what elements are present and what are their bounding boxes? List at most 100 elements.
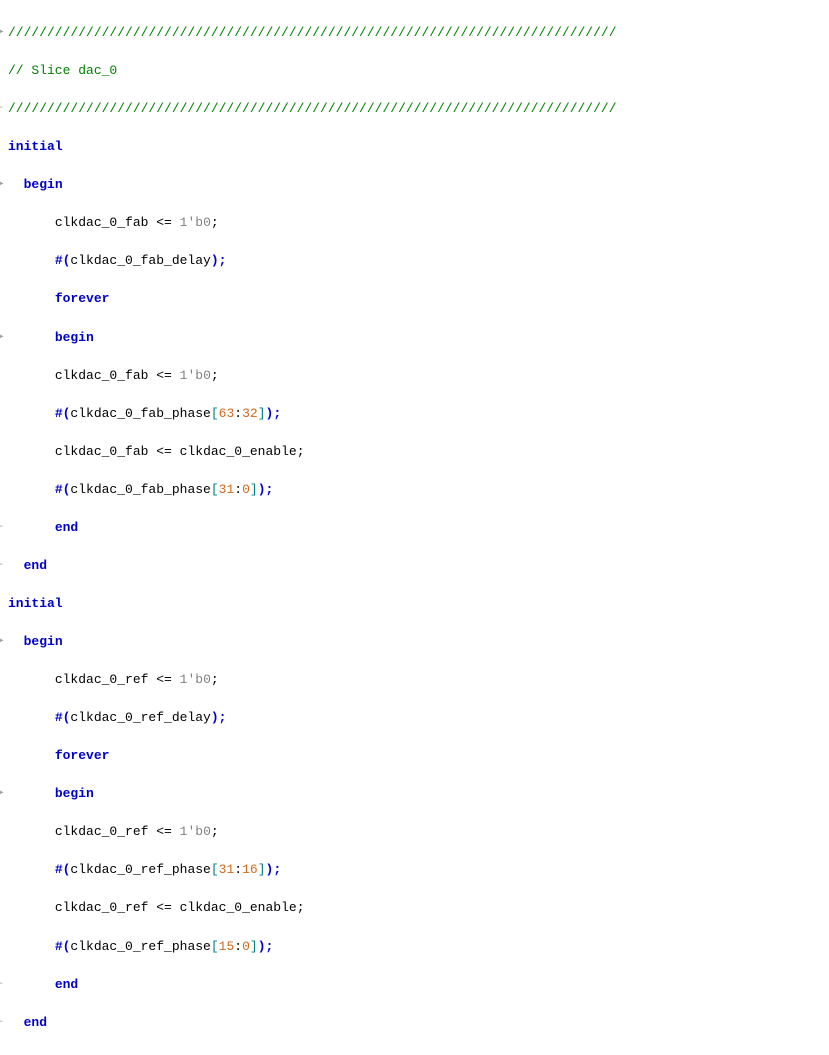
kw-end: end xyxy=(55,977,78,992)
code-line: clkdac_0_fab <= clkdac_0_enable; xyxy=(8,442,829,461)
kw-end: end xyxy=(55,520,78,535)
colon: : xyxy=(234,862,242,877)
bracket-open: [ xyxy=(211,482,219,497)
identifier: clkdac_0_fab xyxy=(55,215,149,230)
close-paren: ); xyxy=(258,939,274,954)
code-line: #(clkdac_0_ref_delay); xyxy=(8,708,829,727)
code-line: forever xyxy=(8,289,829,308)
identifier: clkdac_0_fab xyxy=(55,444,149,459)
number: 31 xyxy=(219,482,235,497)
op-le: <= xyxy=(156,672,172,687)
comment-rule: -///////////////////////////////////////… xyxy=(8,99,829,118)
comment-text: ////////////////////////////////////////… xyxy=(8,25,617,40)
literal: 1'b0 xyxy=(180,215,211,230)
kw-end: end xyxy=(24,558,47,573)
semicolon: ; xyxy=(211,368,219,383)
code-line: #(clkdac_0_fab_delay); xyxy=(8,251,829,270)
code-line: ▸ begin xyxy=(8,784,829,803)
code-line: #(clkdac_0_ref_phase[15:0]); xyxy=(8,937,829,956)
code-editor: ▸ ///////////////////////////////////////… xyxy=(0,0,829,1055)
hash-delay: #( xyxy=(55,482,71,497)
hash-delay: #( xyxy=(55,406,71,421)
close-paren: ); xyxy=(266,862,282,877)
semicolon: ; xyxy=(297,900,305,915)
fold-mid-icon[interactable]: - xyxy=(2,975,12,994)
number: 0 xyxy=(242,482,250,497)
identifier: clkdac_0_fab_phase xyxy=(70,482,210,497)
bracket-open: [ xyxy=(211,862,219,877)
code-line: clkdac_0_ref <= 1'b0; xyxy=(8,670,829,689)
literal: 1'b0 xyxy=(180,368,211,383)
code-line: clkdac_0_ref <= 1'b0; xyxy=(8,822,829,841)
fold-mid-icon[interactable]: - xyxy=(2,1013,12,1032)
fold-mid-icon[interactable]: - xyxy=(2,518,12,537)
hash-delay: #( xyxy=(55,253,71,268)
kw-begin: begin xyxy=(24,634,63,649)
comment-text: // Slice dac_0 xyxy=(8,63,117,78)
code-line: #(clkdac_0_ref_phase[31:16]); xyxy=(8,860,829,879)
fold-closed-icon[interactable]: ▸ xyxy=(2,175,12,194)
code-line: - end xyxy=(8,518,829,537)
bracket-close: ] xyxy=(250,482,258,497)
hash-delay: #( xyxy=(55,939,71,954)
number: 0 xyxy=(242,939,250,954)
code-line: #(clkdac_0_fab_phase[63:32]); xyxy=(8,404,829,423)
bracket-close: ] xyxy=(258,406,266,421)
code-line: ▸ begin xyxy=(8,328,829,347)
close-paren: ); xyxy=(266,406,282,421)
bracket-close: ] xyxy=(250,939,258,954)
fold-closed-icon[interactable]: ▸ xyxy=(2,632,12,651)
identifier: clkdac_0_ref_delay xyxy=(70,710,210,725)
op-le: <= xyxy=(156,900,172,915)
identifier: clkdac_0_fab_delay xyxy=(70,253,210,268)
semicolon: ; xyxy=(297,444,305,459)
identifier: clkdac_0_ref xyxy=(55,900,149,915)
fold-closed-icon[interactable]: ▸ xyxy=(2,328,12,347)
colon: : xyxy=(234,482,242,497)
colon: : xyxy=(234,406,242,421)
code-line: clkdac_0_fab <= 1'b0; xyxy=(8,213,829,232)
kw-end: end xyxy=(24,1015,47,1030)
identifier: clkdac_0_ref_phase xyxy=(70,939,210,954)
fold-closed-icon[interactable]: ▸ xyxy=(2,784,12,803)
op-le: <= xyxy=(156,368,172,383)
comment-rule: ▸///////////////////////////////////////… xyxy=(8,23,829,42)
kw-initial: initial xyxy=(8,139,63,154)
close-paren: ); xyxy=(211,710,227,725)
identifier: clkdac_0_fab xyxy=(55,368,149,383)
op-le: <= xyxy=(156,444,172,459)
code-line: initial xyxy=(8,137,829,156)
identifier: clkdac_0_fab_phase xyxy=(70,406,210,421)
colon: : xyxy=(234,939,242,954)
close-paren: ); xyxy=(258,482,274,497)
code-line: clkdac_0_fab <= 1'b0; xyxy=(8,366,829,385)
kw-forever: forever xyxy=(55,748,110,763)
literal: 1'b0 xyxy=(180,824,211,839)
fold-mid-icon[interactable]: - xyxy=(2,556,12,575)
bracket-open: [ xyxy=(211,406,219,421)
op-le: <= xyxy=(156,824,172,839)
kw-begin: begin xyxy=(24,177,63,192)
kw-begin: begin xyxy=(55,330,94,345)
identifier: clkdac_0_ref_phase xyxy=(70,862,210,877)
identifier: clkdac_0_enable xyxy=(180,444,297,459)
close-paren: ); xyxy=(211,253,227,268)
hash-delay: #( xyxy=(55,862,71,877)
identifier: clkdac_0_ref xyxy=(55,824,149,839)
kw-begin: begin xyxy=(55,786,94,801)
semicolon: ; xyxy=(211,672,219,687)
code-line: - end xyxy=(8,556,829,575)
number: 31 xyxy=(219,862,235,877)
semicolon: ; xyxy=(211,215,219,230)
code-line: - end xyxy=(8,1013,829,1032)
code-line: initial xyxy=(8,594,829,613)
comment-text: ////////////////////////////////////////… xyxy=(8,101,617,116)
identifier: clkdac_0_ref xyxy=(55,672,149,687)
number: 63 xyxy=(219,406,235,421)
op-le: <= xyxy=(156,215,172,230)
literal: 1'b0 xyxy=(180,672,211,687)
number: 15 xyxy=(219,939,235,954)
code-line: #(clkdac_0_fab_phase[31:0]); xyxy=(8,480,829,499)
number: 32 xyxy=(242,406,258,421)
hash-delay: #( xyxy=(55,710,71,725)
